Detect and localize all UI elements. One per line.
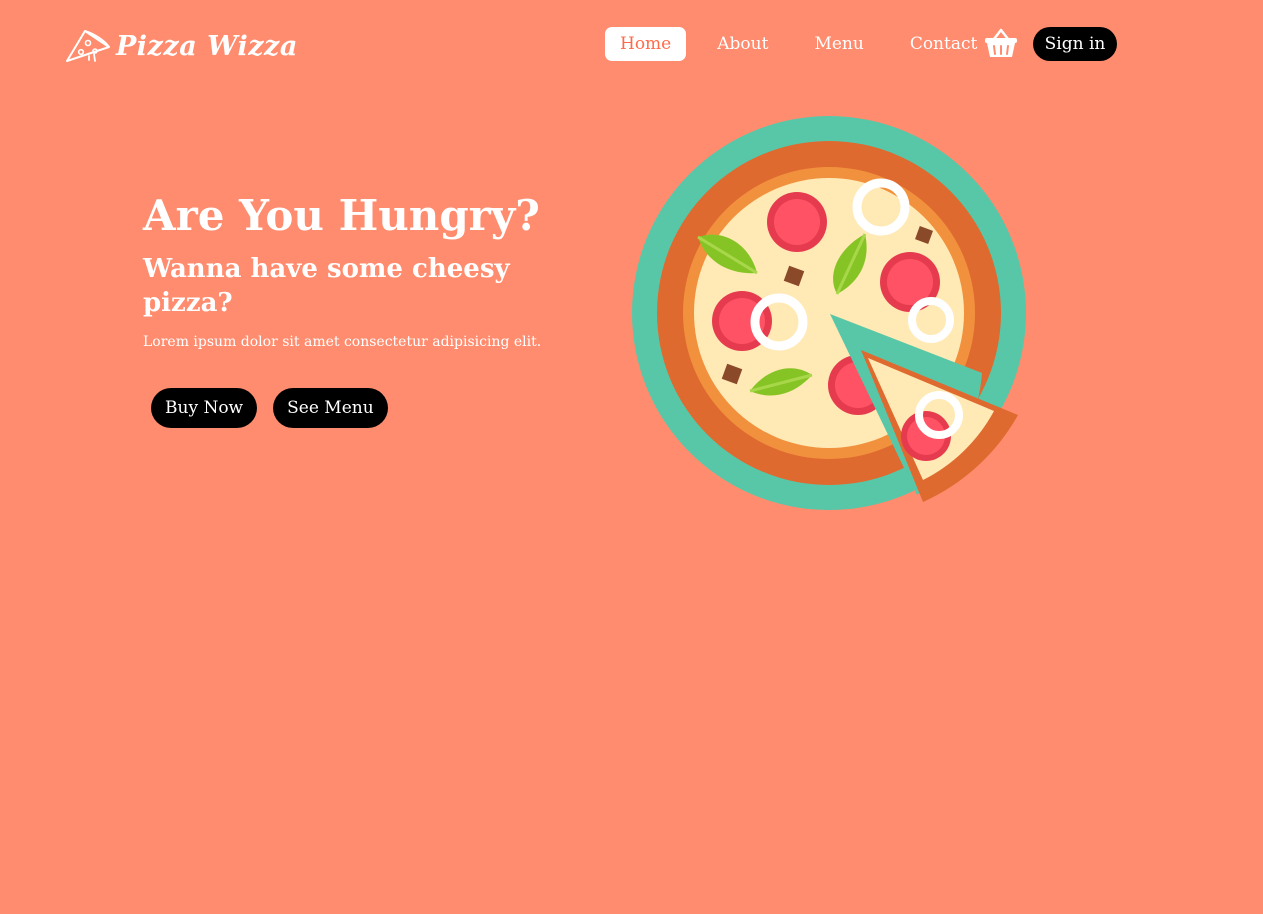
pizza-icon xyxy=(632,116,1026,510)
pizza-slice-icon xyxy=(66,30,110,62)
brand-logo[interactable]: Pizza Wizza xyxy=(64,26,298,66)
see-menu-button[interactable]: See Menu xyxy=(273,388,388,428)
nav-link-contact[interactable]: Contact xyxy=(895,27,993,61)
navbar: Pizza Wizza Home About Menu Contact Sign… xyxy=(0,0,1263,88)
hero-buttons: Buy Now See Menu xyxy=(151,388,388,428)
hero-subtitle: Wanna have some cheesy pizza? xyxy=(143,254,510,318)
brand-name: Pizza Wizza xyxy=(116,30,298,62)
buy-now-button[interactable]: Buy Now xyxy=(151,388,258,428)
nav-link-home[interactable]: Home xyxy=(605,27,687,61)
nav-link-menu[interactable]: Menu xyxy=(799,27,878,61)
hero-section: Are You Hungry? Wanna have some cheesy p… xyxy=(143,188,583,352)
signin-button[interactable]: Sign in xyxy=(1033,27,1117,61)
nav-link-about[interactable]: About xyxy=(702,27,783,61)
hero-description: Lorem ipsum dolor sit amet consectetur a… xyxy=(143,334,542,350)
hero-title: Are You Hungry? xyxy=(143,191,540,240)
basket-icon[interactable] xyxy=(983,27,1019,59)
nav-links: Home About Menu Contact xyxy=(605,27,1008,61)
